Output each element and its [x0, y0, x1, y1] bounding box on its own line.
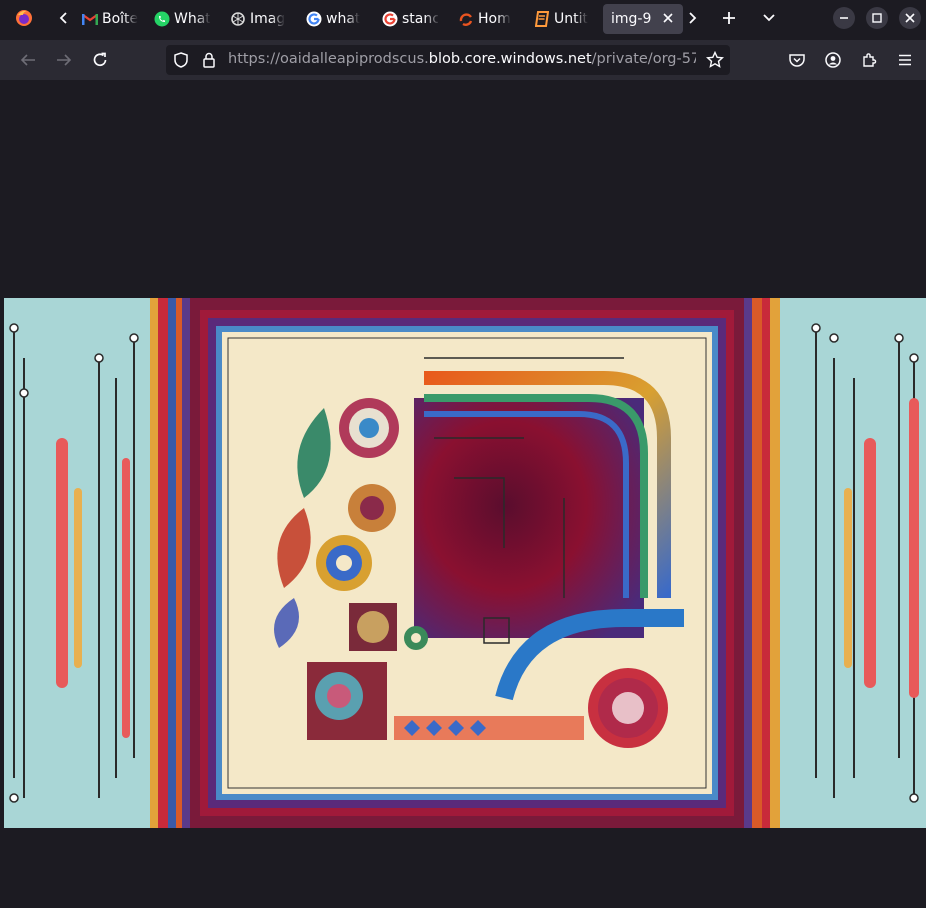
whatsapp-icon — [154, 11, 170, 27]
tab-google-stanc[interactable]: stanc — [382, 4, 438, 34]
tab-scroll-left-icon[interactable] — [50, 4, 78, 32]
bookmark-star-icon[interactable] — [705, 50, 725, 73]
url-path: /private/org-57DF — [591, 51, 696, 67]
app-menu-icon[interactable] — [891, 46, 919, 74]
document-icon — [534, 11, 550, 27]
tab-gmail[interactable]: Boîte — [82, 4, 138, 34]
tracking-protection-shield-icon[interactable] — [174, 52, 188, 72]
generated-artwork-image[interactable] — [4, 298, 926, 828]
artwork-graphic — [4, 298, 926, 828]
openai-icon — [230, 11, 246, 27]
ubuntu-icon — [458, 11, 474, 27]
tab-openai[interactable]: Imag — [230, 4, 286, 34]
tab-label: Imag — [250, 11, 286, 27]
pocket-icon[interactable] — [783, 46, 811, 74]
url-bar[interactable]: https://oaidalleapiprodscus.blob.core.wi… — [166, 45, 730, 75]
tab-img-active[interactable]: img-9 — [603, 4, 683, 34]
tab-label: Untit — [554, 11, 588, 27]
tab-label: Boîte — [102, 11, 138, 27]
google-icon — [382, 11, 398, 27]
tab-whatsapp[interactable]: What — [154, 4, 210, 34]
account-icon[interactable] — [819, 46, 847, 74]
list-all-tabs-icon[interactable] — [755, 4, 783, 32]
minimize-icon[interactable] — [833, 7, 855, 29]
extensions-icon[interactable] — [855, 46, 883, 74]
gmail-icon — [82, 11, 98, 27]
tab-label: What — [174, 11, 210, 27]
tab-label: what — [326, 11, 361, 27]
tab-label: stanc — [402, 11, 438, 27]
tab-label: Hom — [478, 11, 511, 27]
reload-icon[interactable] — [86, 46, 114, 74]
maximize-icon[interactable] — [866, 7, 888, 29]
tab-bar: Boîte What Imag what stanc Hom Untit img… — [0, 0, 926, 40]
tab-untitled[interactable]: Untit — [534, 4, 590, 34]
url-host: blob.core.windows.net — [428, 51, 592, 67]
firefox-menu-icon[interactable] — [10, 4, 38, 32]
tab-ubuntu-home[interactable]: Hom — [458, 4, 514, 34]
google-icon — [306, 11, 322, 27]
back-icon[interactable] — [14, 46, 42, 74]
lock-icon[interactable] — [202, 52, 216, 72]
close-tab-icon[interactable] — [662, 12, 674, 28]
url-text[interactable]: https://oaidalleapiprodscus.blob.core.wi… — [228, 51, 696, 67]
url-prefix: https://oaidalleapiprodscus. — [228, 51, 429, 67]
forward-icon[interactable] — [50, 46, 78, 74]
tab-scroll-right-icon[interactable] — [678, 4, 706, 32]
tab-google-what[interactable]: what — [306, 4, 362, 34]
new-tab-icon[interactable] — [715, 4, 743, 32]
close-window-icon[interactable] — [899, 7, 921, 29]
tab-label: img-9 — [611, 11, 652, 27]
